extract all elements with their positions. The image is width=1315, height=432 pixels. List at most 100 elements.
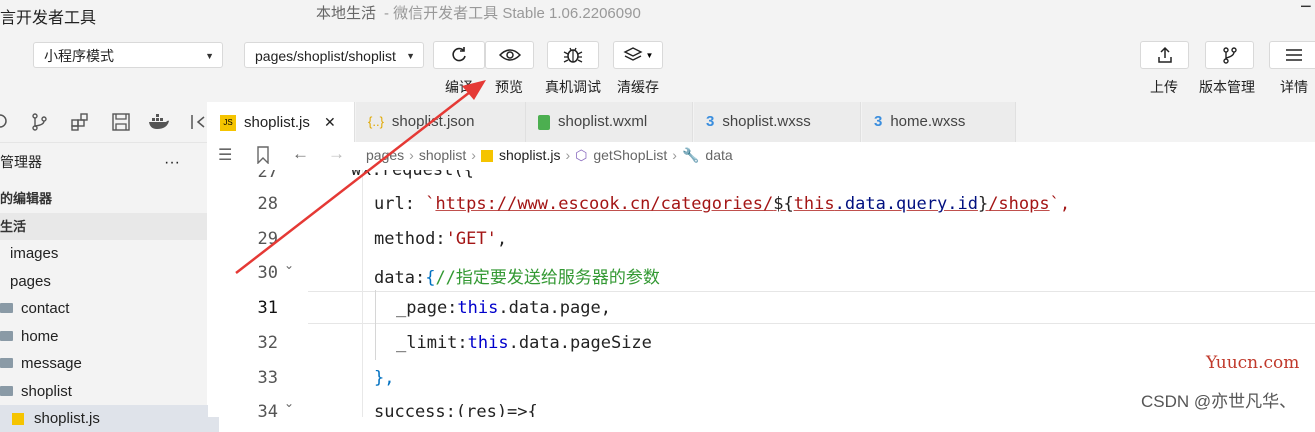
breadcrumb: pages › shoplist › shoplist.js › ⬡ getShopList ›…	[366, 147, 733, 163]
editor-tabs: JS shoplist.js ✕ {..} shoplist.json shopli…	[208, 102, 1315, 142]
tab-shoplist-json[interactable]: {..} shoplist.json	[356, 102, 526, 142]
search-icon[interactable]	[0, 112, 10, 132]
activity-bar	[0, 102, 207, 143]
tree-item-contact[interactable]: contact	[0, 295, 207, 322]
tree-label: contact	[21, 300, 70, 317]
clear-cache-label: 清缓存	[617, 79, 659, 95]
mode-select[interactable]: 小程序模式 ▼	[33, 42, 223, 68]
indent-guide	[362, 170, 363, 417]
method-icon: ⬡	[575, 147, 588, 163]
line-number: 32	[257, 333, 278, 353]
tree-label: pages	[10, 273, 51, 290]
fold-chevron-icon[interactable]: ⌄	[284, 396, 294, 410]
tree-item-message[interactable]: message	[0, 350, 207, 377]
code-line-33: },	[374, 368, 395, 388]
tree-item-pages[interactable]: pages	[0, 268, 217, 295]
tab-label: shoplist.js	[244, 114, 310, 131]
upload-button[interactable]	[1140, 41, 1189, 69]
project-section[interactable]: 生活	[0, 213, 207, 240]
indent-guide	[375, 290, 376, 360]
code-line-29: method:'GET',	[374, 229, 508, 249]
tab-label: home.wxss	[890, 113, 966, 130]
line-number: 27	[257, 170, 278, 182]
tab-home-wxss[interactable]: 3 home.wxss	[862, 102, 1016, 142]
explorer-header: 管理器 ···	[0, 149, 207, 176]
details-button[interactable]	[1269, 41, 1315, 69]
close-icon[interactable]: ✕	[324, 114, 336, 130]
refresh-icon	[452, 47, 466, 62]
js-file-icon	[12, 413, 24, 426]
tab-shoplist-js[interactable]: JS shoplist.js ✕	[208, 102, 355, 142]
eye-icon	[498, 49, 521, 61]
tree-item-images[interactable]: images	[0, 240, 217, 267]
tab-shoplist-wxml[interactable]: shoplist.wxml	[526, 102, 693, 142]
line-number: 30	[257, 263, 278, 283]
remote-debug-button[interactable]	[547, 41, 599, 69]
compile-page-select[interactable]: pages/shoplist/shoplist ▼	[244, 42, 424, 68]
details-label: 详情	[1280, 79, 1308, 95]
tree-label: images	[10, 245, 59, 262]
source-control-icon[interactable]	[30, 112, 50, 132]
wxss-file-icon: 3	[874, 113, 883, 131]
line-number: 28	[257, 194, 278, 214]
app-title: 言开发者工具	[0, 10, 97, 27]
folder-icon	[0, 303, 13, 314]
tree-label: shoplist	[21, 383, 72, 400]
caret-down-icon: ▼	[406, 51, 415, 61]
compile-button[interactable]	[433, 41, 485, 69]
back-arrow-icon[interactable]: ←	[292, 144, 309, 164]
tab-label: shoplist.wxss	[722, 113, 811, 130]
upload-icon	[1157, 46, 1172, 63]
mode-select-value: 小程序模式	[44, 48, 114, 64]
clear-cache-button[interactable]: ▼	[613, 41, 663, 69]
tree-label: shoplist.js	[34, 410, 100, 427]
line-number-current: 31	[257, 298, 278, 318]
window-titlebar: 言开发者工具 本地生活 - 微信开发者工具 Stable 1.06.2206090…	[0, 0, 1315, 30]
bookmark-icon[interactable]	[256, 146, 270, 164]
tab-shoplist-wxss[interactable]: 3 shoplist.wxss	[694, 102, 861, 142]
breadcrumb-item[interactable]: shoplist.js	[499, 147, 560, 163]
tab-label: shoplist.wxml	[558, 113, 648, 130]
folder-icon	[0, 331, 13, 342]
open-editors-section[interactable]: 的编辑器	[0, 185, 207, 212]
window-title: 本地生活 - 微信开发者工具 Stable 1.06.2206090	[316, 2, 641, 23]
code-line-34: success:(res)=>{	[374, 402, 538, 417]
code-editor[interactable]: 27 28 29 30 31 32 33 34 ⌄ ⌄ wx.request({…	[208, 170, 1315, 417]
code-line-28: url: `https://www.escook.cn/categories/$…	[374, 194, 1071, 214]
fold-chevron-icon[interactable]: ⌄	[284, 258, 294, 272]
version-management-label: 版本管理	[1199, 79, 1255, 95]
tree-label: home	[21, 328, 59, 345]
breadcrumb-item[interactable]: pages	[366, 147, 404, 163]
breadcrumb-bar: ☰ ← → pages › shoplist › shoplist.js › ⬡ getSho…	[208, 142, 1315, 171]
tab-label: shoplist.json	[391, 113, 475, 130]
folder-icon	[0, 358, 13, 369]
window-minimize-button[interactable]: −	[1300, 0, 1312, 19]
json-file-icon: {..}	[368, 114, 384, 130]
storage-icon[interactable]	[111, 112, 131, 132]
version-management-button[interactable]	[1205, 41, 1254, 69]
wrench-icon: 🔧	[681, 147, 700, 163]
tree-item-shoplist[interactable]: shoplist	[0, 378, 207, 405]
code-line-31: _page:this.data.page,	[396, 298, 611, 318]
more-actions-button[interactable]: ···	[164, 149, 180, 176]
menu-icon	[1286, 49, 1302, 61]
preview-button[interactable]	[485, 41, 534, 69]
tree-item-shoplist-js[interactable]: shoplist.js	[0, 405, 219, 432]
js-file-icon: JS	[220, 115, 236, 132]
code-line-27: wx.request({	[351, 170, 474, 180]
list-icon[interactable]: ☰	[218, 145, 232, 165]
docker-icon[interactable]	[148, 112, 170, 132]
js-file-icon	[480, 150, 493, 163]
upload-label: 上传	[1150, 79, 1178, 95]
bug-icon	[563, 47, 583, 63]
breadcrumb-item[interactable]: shoplist	[419, 147, 466, 163]
breadcrumb-item[interactable]: data	[705, 147, 732, 163]
tree-item-home[interactable]: home	[0, 323, 207, 350]
remote-debug-label: 真机调试	[545, 79, 601, 95]
breadcrumb-item[interactable]: getShopList	[593, 147, 667, 163]
extensions-icon[interactable]	[70, 112, 90, 132]
layers-icon	[622, 47, 643, 61]
collapse-panel-icon[interactable]	[190, 112, 208, 132]
forward-arrow-icon[interactable]: →	[328, 144, 345, 164]
watermark-csdn: CSDN @亦世凡华、	[1141, 392, 1297, 411]
